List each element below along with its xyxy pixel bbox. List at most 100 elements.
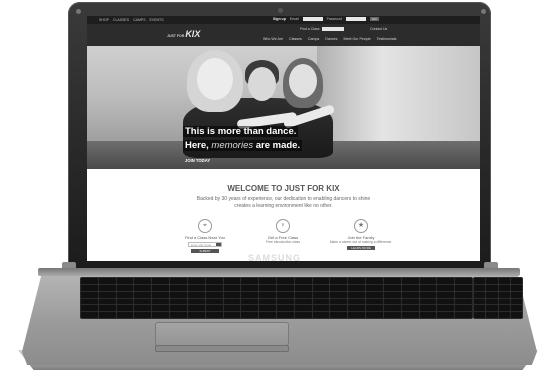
keyboard-key[interactable] [277,312,294,318]
keyboard-key[interactable] [98,298,116,305]
numpad-key[interactable] [474,312,486,318]
keyboard-key[interactable] [312,284,330,291]
password-field[interactable] [345,17,366,21]
keyboard-key[interactable] [419,312,437,318]
keyboard-key[interactable] [366,305,383,312]
utility-link-events[interactable]: EVENTS [150,18,164,22]
keyboard-key[interactable] [348,305,366,312]
utility-link-camps[interactable]: CAMPS [133,18,145,22]
keyboard-key[interactable] [437,291,455,298]
keyboard-key[interactable] [383,284,401,291]
nav-item-classes[interactable]: Classes [289,37,302,41]
keyboard-key[interactable] [152,298,170,305]
nav-item-meet-our-people[interactable]: Meet Our People [343,37,370,41]
numpad-key[interactable] [474,305,486,312]
numpad-key[interactable] [498,305,510,312]
keyboard-key[interactable] [170,312,187,318]
keyboard-key[interactable] [81,312,98,318]
keyboard-key[interactable] [366,298,383,305]
keyboard-key[interactable] [330,305,348,312]
keyboard-key[interactable] [152,291,170,298]
keyboard-key[interactable] [419,278,437,284]
site-logo[interactable]: JUST FORKIX [167,29,200,39]
keyboard-key[interactable] [116,278,134,284]
keyboard-key[interactable] [312,291,330,298]
keyboard-key[interactable] [348,278,366,284]
keyboard-key[interactable] [134,298,152,305]
numpad-key[interactable] [474,291,486,298]
keyboard-key[interactable] [187,312,205,318]
keyboard-key[interactable] [455,305,472,312]
keyboard-key[interactable] [241,278,259,284]
zip-go-button[interactable] [216,243,221,246]
keyboard-key[interactable] [383,312,401,318]
keyboard-key[interactable] [205,298,223,305]
email-field[interactable] [302,17,323,21]
nav-item-who-we-are[interactable]: Who We Are [263,37,283,41]
keyboard-key[interactable] [152,305,170,312]
keyboard-key[interactable] [134,278,152,284]
keyboard-key[interactable] [81,305,98,312]
keyboard-key[interactable] [401,298,419,305]
keyboard-key[interactable] [455,284,472,291]
sign-up-link[interactable]: Sign up [273,17,286,21]
numpad-key[interactable] [474,298,486,305]
numpad-key[interactable] [486,312,498,318]
keyboard-key[interactable] [437,284,455,291]
keyboard-key[interactable] [401,278,419,284]
keyboard-key[interactable] [348,298,366,305]
keyboard-key[interactable] [116,305,134,312]
numpad-key[interactable] [486,278,498,284]
keyboard-key[interactable] [330,284,348,291]
keyboard-key[interactable] [187,305,205,312]
utility-link-shop[interactable]: SHOP [99,18,109,22]
keyboard-key[interactable] [312,278,330,284]
keyboard-key[interactable] [187,278,205,284]
utility-link-classes[interactable]: CLASSES [113,18,129,22]
keyboard-key[interactable] [98,278,116,284]
keyboard-key[interactable] [134,312,152,318]
keyboard-key[interactable] [241,291,259,298]
keyboard-key[interactable] [277,298,294,305]
keyboard-key[interactable] [152,312,170,318]
keyboard-key[interactable] [81,278,98,284]
keyboard-key[interactable] [419,305,437,312]
keyboard-key[interactable] [277,291,294,298]
keyboard-key[interactable] [383,291,401,298]
numpad-key[interactable] [486,298,498,305]
keyboard-key[interactable] [205,312,223,318]
keyboard-key[interactable] [170,291,187,298]
keyboard-key[interactable] [312,305,330,312]
keyboard-key[interactable] [187,298,205,305]
keyboard-key[interactable] [259,312,276,318]
keyboard-key[interactable] [116,291,134,298]
keyboard-key[interactable] [98,312,116,318]
keyboard-key[interactable] [348,291,366,298]
numpad-key[interactable] [498,312,510,318]
numpad-key[interactable] [510,278,522,284]
keyboard-key[interactable] [455,291,472,298]
keyboard-key[interactable] [348,312,366,318]
keyboard-key[interactable] [419,291,437,298]
keyboard-key[interactable] [330,298,348,305]
keyboard-key[interactable] [81,291,98,298]
numpad-key[interactable] [486,305,498,312]
keyboard-key[interactable] [223,305,241,312]
numpad-key[interactable] [498,284,510,291]
keyboard-key[interactable] [205,305,223,312]
keyboard-key[interactable] [294,284,312,291]
keyboard-key[interactable] [259,284,276,291]
keyboard-key[interactable] [383,298,401,305]
keyboard-key[interactable] [134,305,152,312]
keyboard-key[interactable] [205,284,223,291]
keyboard-key[interactable] [187,284,205,291]
keyboard-key[interactable] [455,298,472,305]
keyboard-key[interactable] [401,284,419,291]
keyboard-key[interactable] [152,278,170,284]
numpad-key[interactable] [510,312,522,318]
numpad-key[interactable] [474,284,486,291]
keyboard-key[interactable] [294,298,312,305]
keyboard-key[interactable] [330,291,348,298]
keyboard-key[interactable] [134,291,152,298]
numpad-key[interactable] [498,291,510,298]
